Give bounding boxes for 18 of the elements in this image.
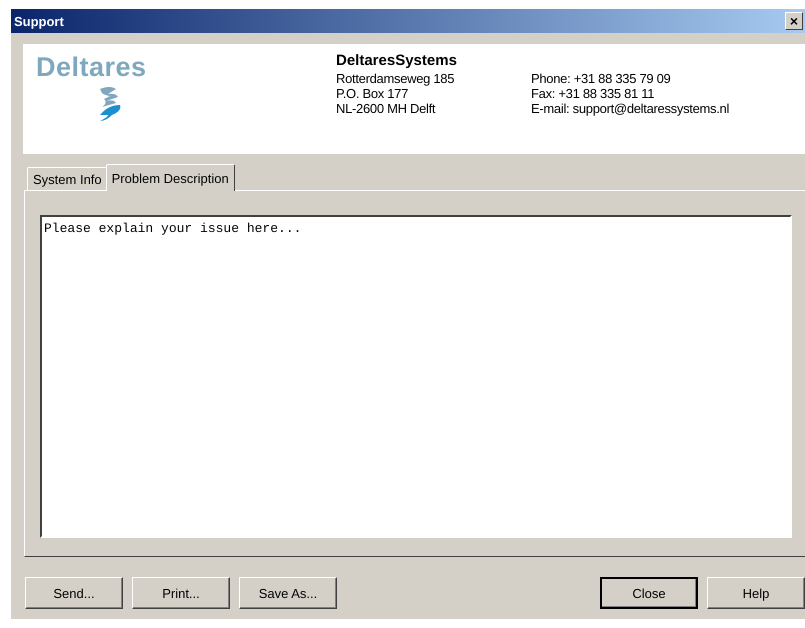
dialog-button[interactable]: Help xyxy=(707,577,805,609)
action-button[interactable]: Send... xyxy=(25,577,123,609)
contact-line: E-mail: support@deltaressystems.nl xyxy=(531,101,730,116)
address-line: NL-2600 MH Delft xyxy=(336,101,436,116)
logo-text: Deltares xyxy=(36,52,148,83)
window-title: Support xyxy=(14,14,64,28)
address-line: Rotterdamseweg 185 xyxy=(336,71,456,86)
close-button[interactable]: × xyxy=(785,12,803,30)
action-button[interactable]: Print... xyxy=(132,577,230,609)
action-button[interactable]: Save As... xyxy=(239,577,337,609)
description-field[interactable]: Please explain your issue here... xyxy=(40,215,792,538)
company-name: DeltaresSystems xyxy=(336,52,457,69)
tab[interactable]: Problem Description xyxy=(106,164,235,191)
contact-line: Phone: +31 88 335 79 09 xyxy=(531,71,672,86)
contact-line: Fax: +31 88 335 81 11 xyxy=(531,86,656,101)
address-line: P.O. Box 177 xyxy=(336,86,410,101)
dialog-button[interactable]: Close xyxy=(600,577,698,609)
tab[interactable]: System Info xyxy=(27,167,108,190)
